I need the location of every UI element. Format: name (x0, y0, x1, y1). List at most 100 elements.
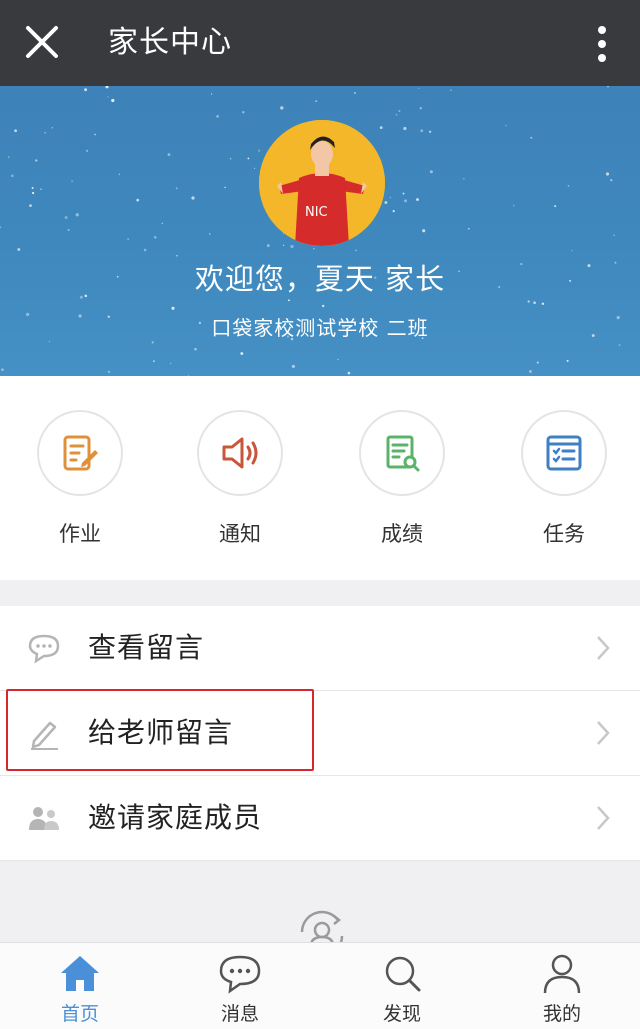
star-dot (571, 250, 573, 252)
star-dot (266, 244, 270, 247)
avatar[interactable]: NIC (259, 120, 385, 246)
avatar-illustration: NIC (259, 120, 385, 246)
star-dot (64, 216, 68, 219)
star-dot (253, 167, 256, 169)
star-dot (505, 124, 507, 127)
star-dot (111, 98, 115, 103)
star-dot (67, 228, 70, 232)
star-dot (136, 198, 140, 202)
star-dot (463, 178, 465, 180)
star-dot (403, 126, 407, 131)
star-dot (107, 370, 111, 373)
star-dot (170, 362, 172, 365)
avatar-shirt-text: NIC (305, 205, 328, 220)
star-dot (1, 368, 4, 371)
tasks-icon (521, 410, 607, 496)
tab-discover[interactable]: 发现 (342, 951, 462, 1026)
star-dot (105, 86, 109, 89)
bottom-tab-bar: 首页 消息 发现 我的 (0, 942, 640, 1029)
star-dot (194, 347, 197, 351)
star-dot (610, 179, 613, 182)
star-dot (315, 100, 318, 103)
quick-action-homework[interactable]: 作业 (30, 410, 130, 548)
more-vertical-icon (598, 26, 606, 62)
family-icon (29, 807, 59, 830)
star-dot (428, 130, 432, 134)
star-dot (450, 89, 452, 91)
more-options-button[interactable] (592, 22, 612, 66)
star-dot (337, 358, 339, 361)
close-button[interactable] (20, 20, 64, 64)
quick-action-label: 成绩 (381, 522, 423, 546)
star-dot (51, 126, 54, 129)
star-dot (209, 233, 211, 235)
star-dot (567, 185, 570, 187)
tab-profile[interactable]: 我的 (502, 951, 622, 1026)
star-dot (416, 198, 419, 201)
star-dot (107, 96, 109, 98)
star-dot (143, 248, 147, 252)
star-dot (31, 187, 34, 189)
star-dot (210, 93, 213, 95)
star-dot (282, 244, 285, 247)
star-dot (313, 247, 315, 250)
star-dot (527, 300, 530, 303)
quick-action-label: 通知 (219, 522, 261, 546)
star-dot (71, 180, 73, 182)
star-dot (353, 92, 356, 94)
star-dot (14, 129, 17, 133)
star-dot (607, 86, 609, 88)
star-dot (290, 244, 294, 249)
star-dot (247, 157, 250, 160)
grades-icon (359, 410, 445, 496)
discover-icon (385, 956, 421, 992)
menu-item-label: 邀请家庭成员 (88, 801, 263, 834)
menu-item-label: 查看留言 (88, 631, 205, 664)
tab-label: 我的 (542, 1003, 581, 1025)
star-dot (171, 306, 175, 310)
homework-icon (37, 410, 123, 496)
star-dot (384, 201, 388, 204)
star-dot (618, 344, 621, 346)
chevron-right-icon (597, 721, 610, 745)
star-dot (541, 302, 545, 306)
quick-action-notice[interactable]: 通知 (190, 410, 290, 548)
quick-action-grades[interactable]: 成绩 (352, 410, 452, 548)
star-dot (151, 341, 154, 344)
star-dot (240, 352, 244, 355)
star-dot (554, 205, 557, 208)
star-dot (403, 199, 408, 203)
star-dot (94, 133, 96, 136)
star-dot (216, 115, 219, 118)
menu-item-invite-family[interactable]: 邀请家庭成员 (0, 776, 640, 861)
tab-label: 消息 (220, 1003, 259, 1025)
star-dot (355, 249, 357, 252)
star-dot (467, 227, 470, 230)
star-dot (118, 173, 120, 175)
star-dot (530, 136, 533, 139)
star-dot (48, 340, 51, 343)
tab-messages[interactable]: 消息 (180, 951, 300, 1026)
star-dot (153, 360, 155, 362)
home-icon (61, 956, 99, 991)
quick-action-tasks[interactable]: 任务 (514, 410, 614, 548)
star-dot (11, 174, 14, 178)
tab-home[interactable]: 首页 (20, 951, 140, 1026)
star-dot (29, 204, 32, 207)
star-dot (31, 191, 35, 195)
quick-actions: 作业 通知 成绩 任务 (0, 376, 640, 580)
star-dot (191, 196, 195, 200)
star-dot (392, 209, 395, 213)
star-dot (422, 229, 426, 233)
speaker-icon (197, 410, 283, 496)
menu-item-view-messages[interactable]: 查看留言 (0, 606, 640, 691)
star-dot (224, 186, 226, 189)
star-dot (533, 301, 536, 305)
tab-label: 发现 (382, 1003, 421, 1025)
star-dot (44, 132, 46, 134)
welcome-text: 欢迎您，夏天 家长 (194, 262, 446, 296)
star-dot (536, 361, 539, 364)
tab-label: 首页 (60, 1003, 99, 1025)
chat-bubble-icon (28, 634, 60, 664)
star-dot (167, 153, 171, 157)
